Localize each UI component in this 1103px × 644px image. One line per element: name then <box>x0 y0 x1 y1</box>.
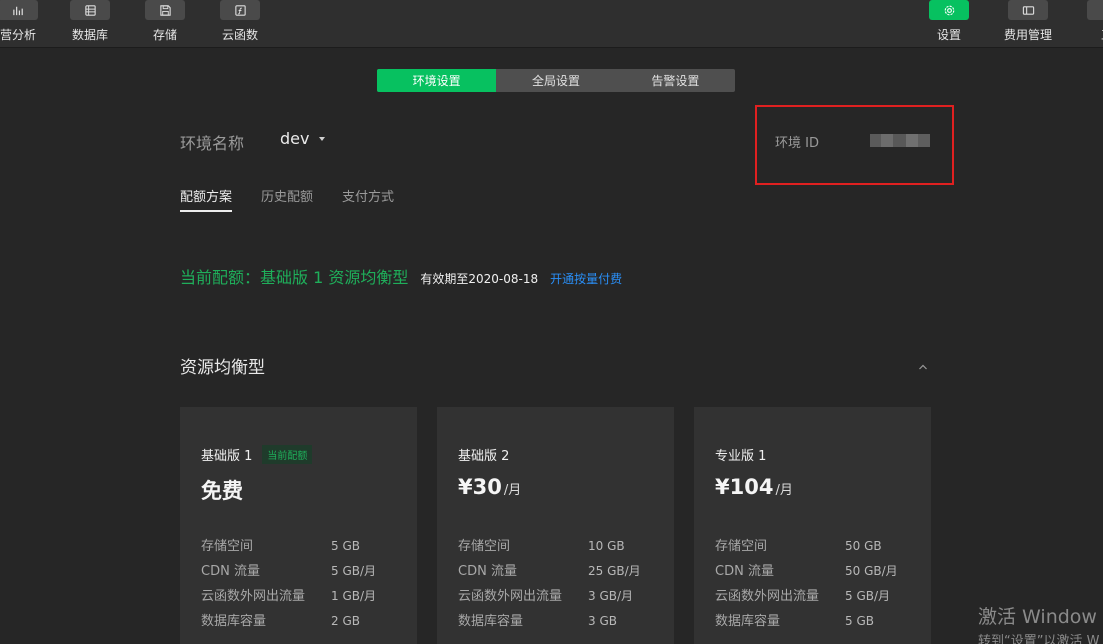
bar-chart-icon <box>0 0 38 20</box>
spec-row: 云函数外网出流量 1 GB/月 <box>201 585 376 604</box>
billing-icon <box>1008 0 1048 20</box>
toolbar-label: 设置 <box>936 28 961 42</box>
current-quota: 当前配额：基础版 1 资源均衡型 有效期至2020-08-18 开通按量付费 <box>180 264 622 288</box>
toolbar-item-functions[interactable]: 云函数 <box>208 0 272 48</box>
current-plan-badge: 当前配额 <box>262 445 313 464</box>
spec-row: 数据库容量 3 GB <box>458 610 617 629</box>
plan-price-amount: ¥104 <box>715 475 774 499</box>
plan-card-basic-1[interactable]: 基础版 1 当前配额 免费 存储空间 5 GB CDN 流量 5 GB/月 云函数外… <box>180 407 417 644</box>
section-title: 资源均衡型 <box>180 358 265 378</box>
spec-row: 存储空间 5 GB <box>201 535 360 554</box>
env-id-label: 环境 ID <box>775 136 819 151</box>
toolbar-item-analytics[interactable]: 营分析 <box>0 0 50 48</box>
env-name-label: 环境名称 <box>180 134 245 153</box>
toolbar-item-database[interactable]: 数据库 <box>58 0 122 48</box>
spec-label: 云函数外网出流量 <box>715 589 820 604</box>
spec-row: CDN 流量 5 GB/月 <box>201 560 376 579</box>
spec-label: 存储空间 <box>715 539 768 554</box>
caret-down-icon <box>319 136 326 141</box>
spec-label: 云函数外网出流量 <box>201 589 306 604</box>
quota-valid-until: 有效期至2020-08-18 <box>420 272 539 286</box>
spec-value: 1 GB/月 <box>331 589 377 603</box>
gear-icon <box>929 0 969 20</box>
spec-value: 50 GB/月 <box>845 564 898 578</box>
tab-payment-method[interactable]: 支付方式 <box>342 186 394 212</box>
settings-tabs: 环境设置 全局设置 告警设置 <box>377 69 735 92</box>
tool-icon <box>1087 0 1103 20</box>
toolbar-label: 云函数 <box>221 28 258 42</box>
spec-row: 存储空间 10 GB <box>458 535 625 554</box>
env-select-value: dev <box>280 129 310 148</box>
spec-value: 3 GB/月 <box>588 589 634 603</box>
plan-price-unit: /月 <box>775 483 793 498</box>
spec-value: 3 GB <box>588 614 617 628</box>
spec-row: 数据库容量 5 GB <box>715 610 874 629</box>
toolbar-label: 数据库 <box>71 28 108 42</box>
plan-price-amount: ¥30 <box>458 475 502 499</box>
tab-quota-plan[interactable]: 配额方案 <box>180 186 233 212</box>
tab-alert-settings[interactable]: 告警设置 <box>616 69 735 92</box>
plan-name-text: 基础版 2 <box>458 449 510 464</box>
toolbar-label: 费用管理 <box>1003 28 1052 42</box>
spec-row: 云函数外网出流量 3 GB/月 <box>458 585 633 604</box>
spec-value: 5 GB <box>331 539 360 553</box>
current-quota-text: 当前配额：基础版 1 资源均衡型 <box>180 268 409 287</box>
plan-price: 免费 <box>201 475 245 505</box>
plan-price-amount: 免费 <box>201 479 243 503</box>
spec-value: 10 GB <box>588 539 625 553</box>
spec-row: 数据库容量 2 GB <box>201 610 360 629</box>
spec-value: 2 GB <box>331 614 360 628</box>
plan-name: 基础版 2 <box>458 445 509 464</box>
chevron-up-icon[interactable] <box>917 358 929 370</box>
enable-pay-as-you-go-link[interactable]: 开通按量付费 <box>550 270 622 287</box>
spec-value: 5 GB/月 <box>331 564 377 578</box>
plan-price: ¥30 /月 <box>458 475 521 499</box>
spec-label: 数据库容量 <box>201 614 267 629</box>
toolbar-item-billing[interactable]: 费用管理 <box>996 0 1060 48</box>
spec-label: CDN 流量 <box>201 564 260 579</box>
env-id-redacted <box>870 134 930 147</box>
spec-label: 存储空间 <box>201 539 254 554</box>
quota-subtabs: 配额方案 历史配额 支付方式 <box>180 186 423 212</box>
plan-name-text: 基础版 1 <box>201 449 253 464</box>
toolbar-item-storage[interactable]: 存储 <box>133 0 197 48</box>
spec-label: CDN 流量 <box>458 564 517 579</box>
plan-name: 基础版 1 当前配额 <box>201 445 313 464</box>
spec-label: CDN 流量 <box>715 564 774 579</box>
activation-watermark-title: 激活 Window <box>978 606 1097 628</box>
spec-value: 25 GB/月 <box>588 564 641 578</box>
plan-price: ¥104 /月 <box>715 475 793 499</box>
plan-name-text: 专业版 1 <box>715 449 767 464</box>
spec-label: 数据库容量 <box>458 614 524 629</box>
toolbar-label: 营分析 <box>0 28 36 42</box>
tab-env-settings[interactable]: 环境设置 <box>377 69 497 92</box>
function-icon <box>220 0 260 20</box>
toolbar-label: 存储 <box>152 28 177 42</box>
plan-card-basic-2[interactable]: 基础版 2 ¥30 /月 存储空间 10 GB CDN 流量 25 GB/月 云函数… <box>437 407 674 644</box>
spec-label: 云函数外网出流量 <box>458 589 563 604</box>
plan-name: 专业版 1 <box>715 445 766 464</box>
save-icon <box>145 0 185 20</box>
spec-row: 云函数外网出流量 5 GB/月 <box>715 585 890 604</box>
spec-value: 5 GB/月 <box>845 589 891 603</box>
top-toolbar: 营分析 数据库 存储 云函数 设置 费用管理 工 <box>0 0 1103 48</box>
spec-row: CDN 流量 50 GB/月 <box>715 560 898 579</box>
env-select[interactable]: dev <box>280 129 326 148</box>
spec-label: 存储空间 <box>458 539 511 554</box>
plan-card-pro-1[interactable]: 专业版 1 ¥104 /月 存储空间 50 GB CDN 流量 50 GB/月 云函… <box>694 407 931 644</box>
spec-row: CDN 流量 25 GB/月 <box>458 560 641 579</box>
spec-value: 50 GB <box>845 539 882 553</box>
spec-row: 存储空间 50 GB <box>715 535 882 554</box>
plan-price-unit: /月 <box>503 483 522 498</box>
tab-quota-history[interactable]: 历史配额 <box>261 186 313 212</box>
toolbar-item-tools[interactable]: 工 <box>1075 0 1103 48</box>
database-icon <box>70 0 110 20</box>
spec-value: 5 GB <box>845 614 874 628</box>
spec-label: 数据库容量 <box>715 614 781 629</box>
activation-watermark-hint: 转到“设置”以激活 W <box>978 634 1100 644</box>
tab-global-settings[interactable]: 全局设置 <box>496 69 615 92</box>
toolbar-item-settings[interactable]: 设置 <box>917 0 981 48</box>
